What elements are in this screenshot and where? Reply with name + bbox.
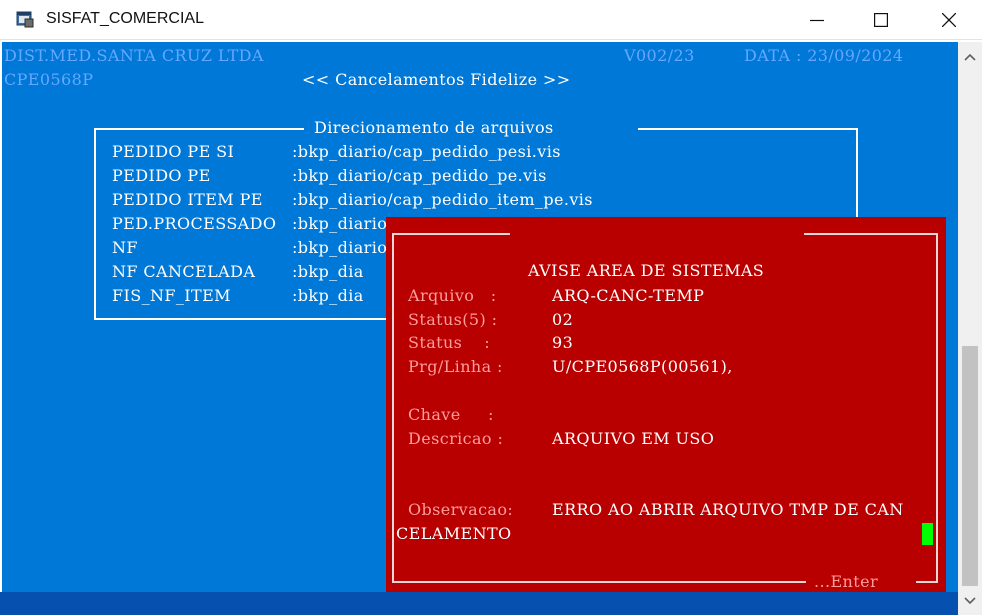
observation-value: ERRO AO ABRIR ARQUIVO TMP DE CAN [552,500,904,519]
screen-title: << Cancelamentos Fidelize >> [302,70,571,89]
field-value-arquivo: ARQ-CANC-TEMP [552,286,705,305]
maximize-icon [874,13,888,27]
file-label: PEDIDO ITEM PE [112,190,263,209]
field-label-chave: Chave : [408,405,494,424]
file-label: NF [112,238,138,257]
file-path: :bkp_diario/cap_pedido_item_pe.vis [292,190,593,209]
scroll-up-button[interactable] [958,46,982,70]
maximize-button[interactable] [858,0,904,40]
file-label: PED.PROCESSADO [112,214,277,233]
observation-label: Observacao: [408,500,514,519]
minimize-icon [810,19,824,22]
field-value-descricao: ARQUIVO EM USO [552,429,715,448]
file-path: :bkp_dia [292,262,364,281]
field-label-status5: Status(5) : [408,310,498,329]
files-box-title: Direcionamento de arquivos [314,118,554,137]
file-path: :bkp_diario/cap_pedido_pesi.vis [292,142,561,161]
field-label-prg-linha: Prg/Linha : [408,357,503,376]
file-label: PEDIDO PE SI [112,142,235,161]
text-cursor [922,523,933,545]
field-label-descricao: Descricao : [408,429,504,448]
close-button[interactable] [926,0,972,40]
system-alert-dialog[interactable]: AVISE AREA DE SISTEMAS Arquivo : ARQ-CAN… [386,217,946,592]
field-value-status5: 02 [552,310,574,329]
scroll-thumb[interactable] [962,346,978,586]
field-value-status: 93 [552,333,574,352]
company-name: DIST.MED.SANTA CRUZ LTDA [4,46,264,65]
file-label: FIS_NF_ITEM [112,286,231,305]
scroll-down-button[interactable] [958,588,982,612]
terminal-status-strip [0,592,958,615]
field-label-status: Status : [408,333,491,352]
chevron-up-icon [964,53,976,61]
field-label-arquivo: Arquivo : [408,286,497,305]
alert-title-gap [510,223,804,245]
file-label: NF CANCELADA [112,262,256,281]
observation-continuation: CELAMENTO [396,524,512,543]
window-titlebar: SISFAT_COMERCIAL [0,0,982,40]
enter-prompt[interactable]: ...Enter [814,572,878,592]
file-path: :bkp_dia [292,286,364,305]
field-value-prg-linha: U/CPE0568P(00561), [552,357,733,376]
chevron-down-icon [964,597,976,605]
program-code: CPE0568P [4,70,94,89]
date-label: DATA : 23/09/2024 [744,46,904,65]
close-icon [942,13,956,27]
file-path: :bkp_diario/cap_pedido_pe.vis [292,166,547,185]
minimize-button[interactable] [794,0,840,40]
file-label: PEDIDO PE [112,166,211,185]
version-label: V002/23 [624,46,695,65]
window-title: SISFAT_COMERCIAL [46,10,204,27]
alert-title: AVISE AREA DE SISTEMAS [528,261,765,280]
app-window-icon [16,10,34,28]
vertical-scrollbar[interactable] [958,42,982,615]
